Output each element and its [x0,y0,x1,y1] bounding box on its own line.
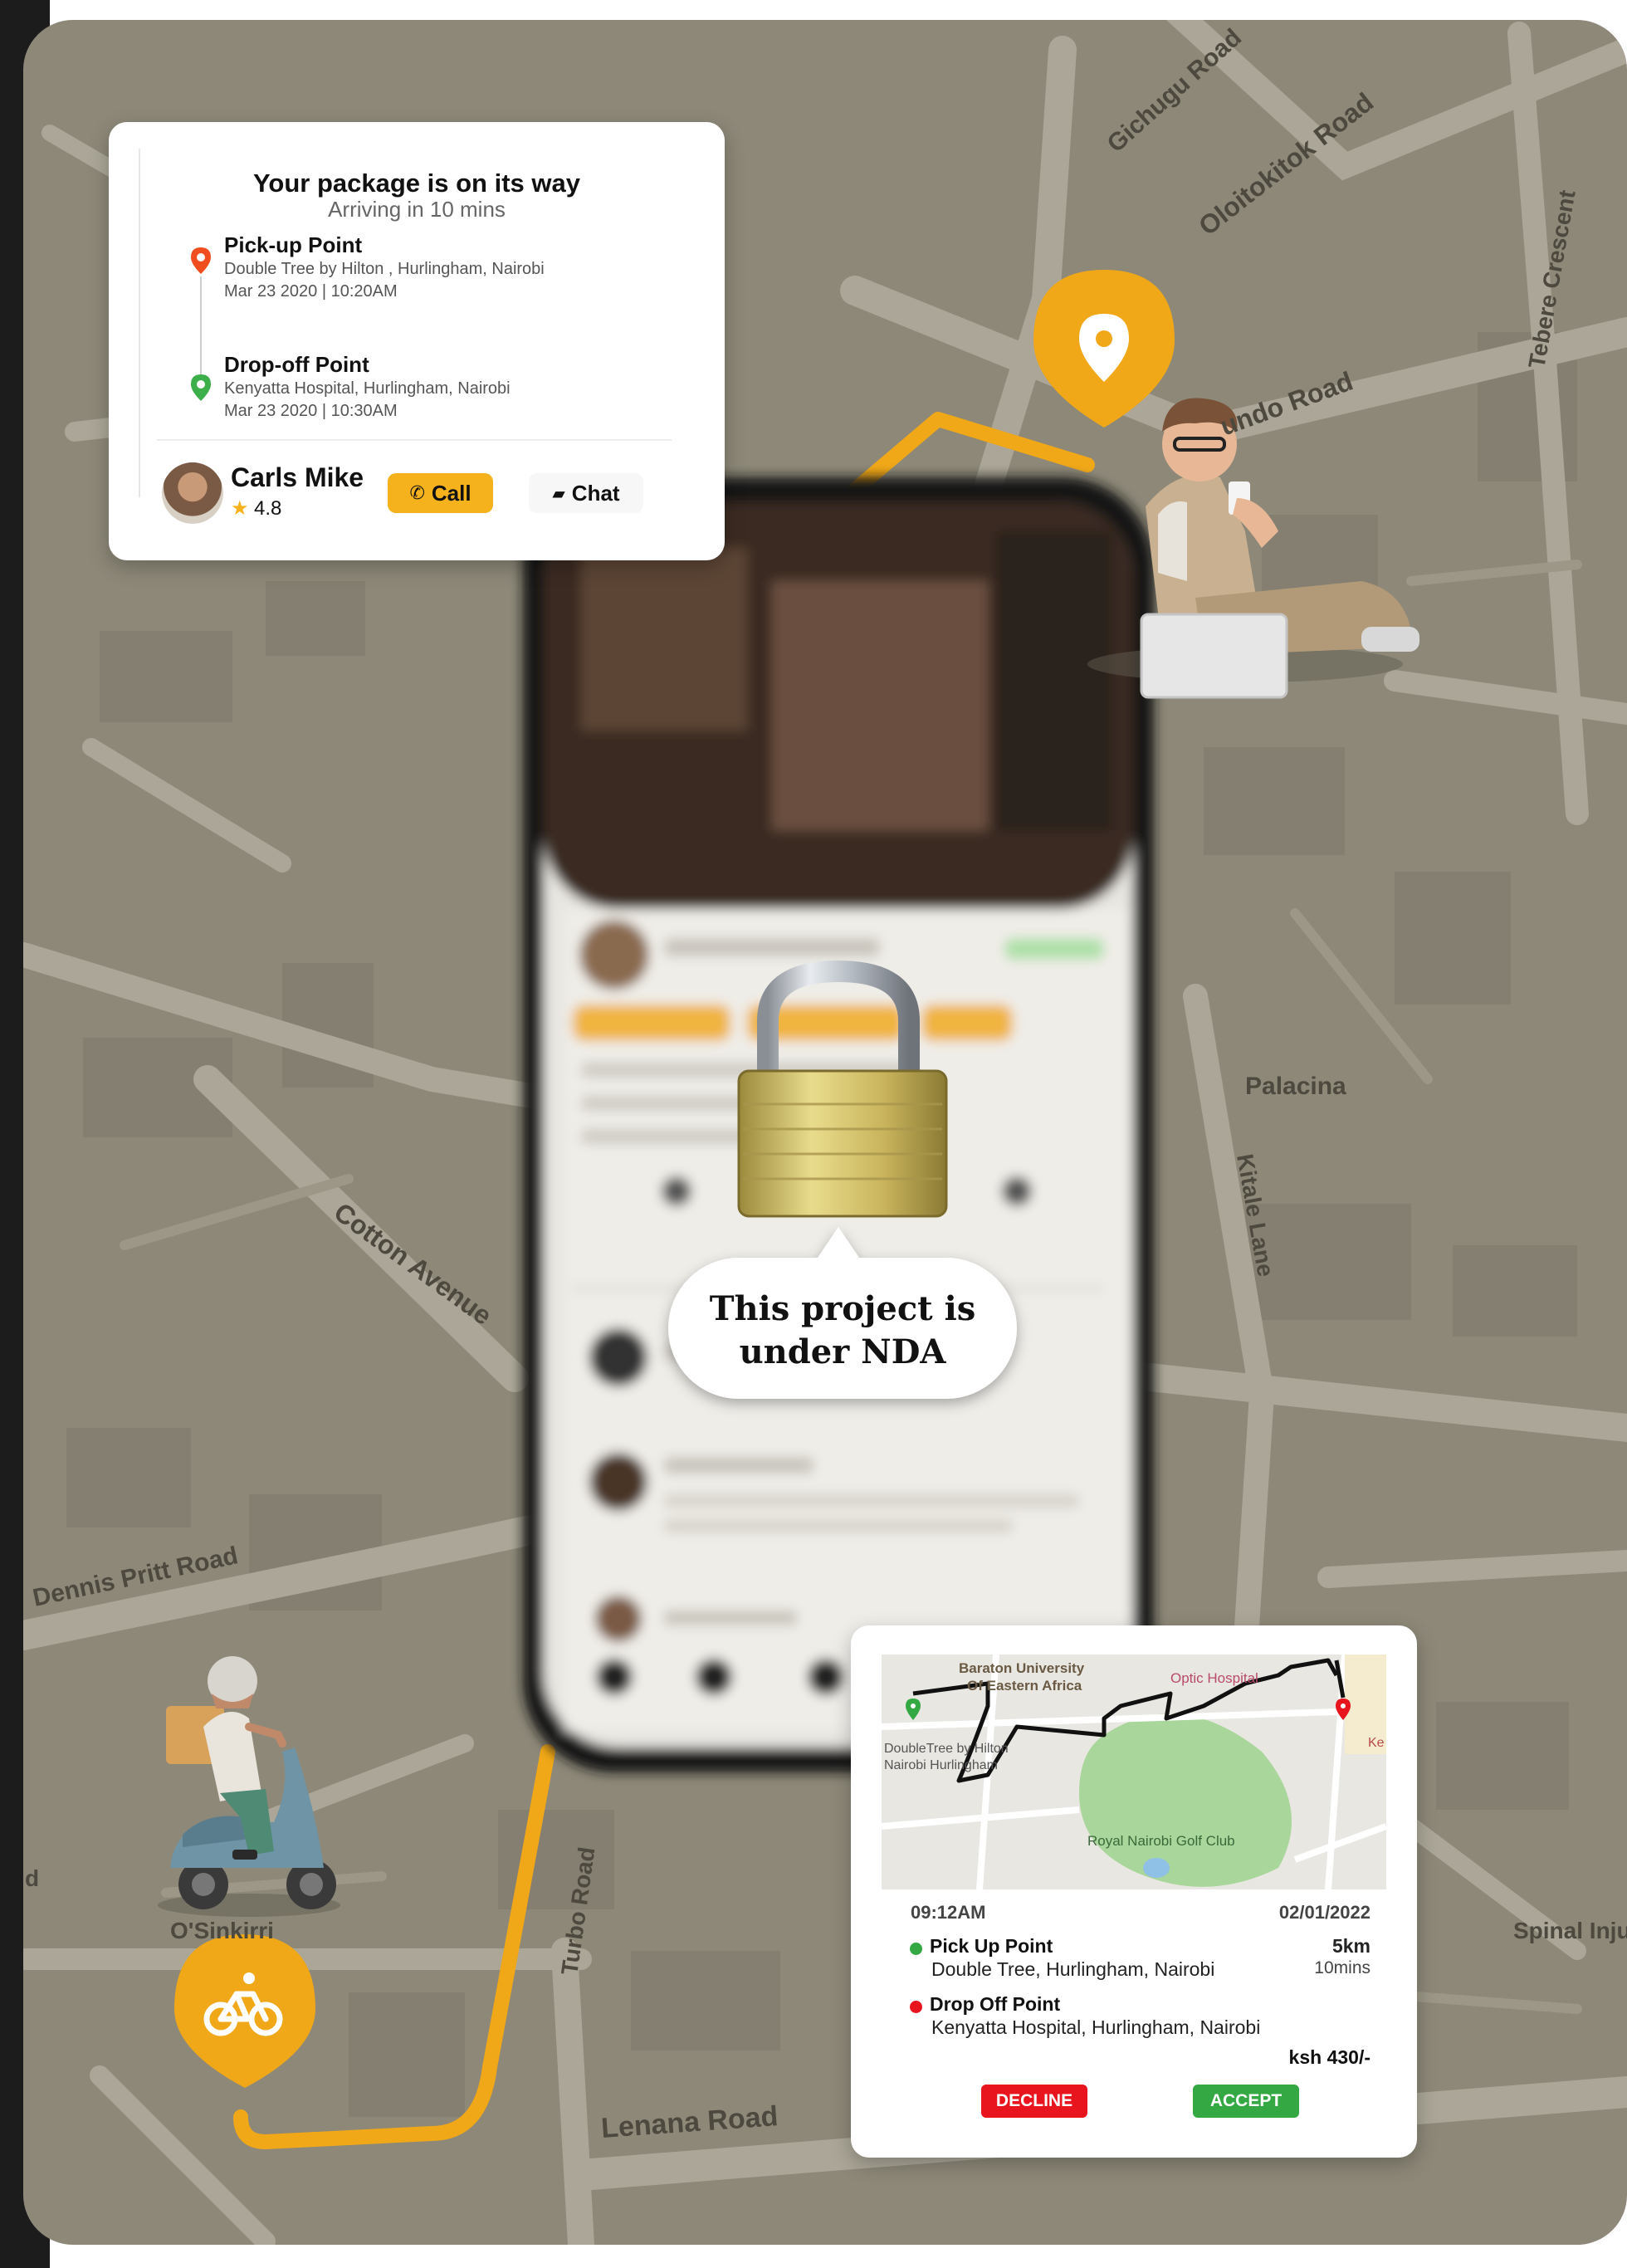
dropoff-address: Kenyatta Hospital, Hurlingham, Nairobi [224,379,511,398]
request-dropoff-label: Drop Off Point [930,1993,1061,2015]
dropoff-datetime: Mar 23 2020 | 10:30AM [224,402,398,420]
decline-label: DECLINE [995,2091,1073,2110]
nda-line-1: This project is [710,1289,976,1328]
map-dropoff-pin-icon [1335,1698,1351,1724]
map-label: Palacina [1245,1073,1346,1100]
map-label-hotel-2: Nairobi Hurlingham [884,1758,998,1772]
map-label: O'Sinkirri [170,1918,274,1943]
call-label: Call [431,480,471,506]
tracking-title: Your package is on its way [253,169,580,198]
map-label-hospital: Optic Hospital [1170,1670,1258,1686]
dropoff-pin-icon [190,374,212,405]
map-label: Spinal Inju [1513,1918,1627,1943]
call-button[interactable]: ✆ Call [388,473,493,513]
dropoff-dot [910,2001,922,2013]
accept-button[interactable]: ACCEPT [1193,2085,1299,2118]
star-icon: ★ [231,496,249,520]
pickup-label: Pick-up Point [224,232,363,257]
tracking-subtitle: Arriving in 10 mins [328,197,506,222]
map-pickup-pin-icon [905,1698,921,1724]
request-card: Baraton University Of Eastern Africa Opt… [851,1625,1417,2158]
request-pickup-address: Double Tree, Hurlingham, Nairobi [931,1958,1215,1980]
pickup-dot [910,1943,922,1955]
driver-name: Carls Mike [231,462,364,492]
map-label-university: Baraton University [959,1660,1085,1676]
tracking-card: Your package is on its way Arriving in 1… [109,122,725,560]
request-duration: 10mins [1314,1958,1370,1977]
avatar[interactable] [162,462,223,524]
dropoff-label: Drop-off Point [224,352,369,377]
pickup-datetime: Mar 23 2020 | 10:20AM [224,282,398,301]
chat-icon: ▰ [552,483,565,503]
request-price: ksh 430/- [1288,2046,1370,2068]
phone-icon: ✆ [409,482,425,504]
chat-label: Chat [571,480,620,506]
decline-button[interactable]: DECLINE [981,2085,1087,2118]
map-label-golf-club: Royal Nairobi Golf Club [1087,1833,1235,1849]
chat-button[interactable]: ▰ Chat [529,473,643,513]
map-label-university-2: Of Eastern Africa [967,1678,1082,1694]
request-time: 09:12AM [911,1902,986,1923]
request-distance: 5km [1331,1935,1370,1957]
request-pickup-label: Pick Up Point [930,1935,1053,1957]
request-dropoff-address: Kenyatta Hospital, Hurlingham, Nairobi [931,2016,1261,2038]
map-label: d [25,1865,39,1891]
request-date: 02/01/2022 [1278,1902,1370,1923]
nda-line-2: under NDA [740,1332,947,1371]
map-label-hotel: DoubleTree by Hilton [884,1742,1009,1756]
accept-label: ACCEPT [1209,2091,1283,2110]
map-label-ke: Ke [1368,1736,1385,1750]
driver-rating: 4.8 [254,497,282,520]
pickup-address: Double Tree by Hilton , Hurlingham, Nair… [224,260,545,278]
pickup-pin-icon [190,247,212,278]
